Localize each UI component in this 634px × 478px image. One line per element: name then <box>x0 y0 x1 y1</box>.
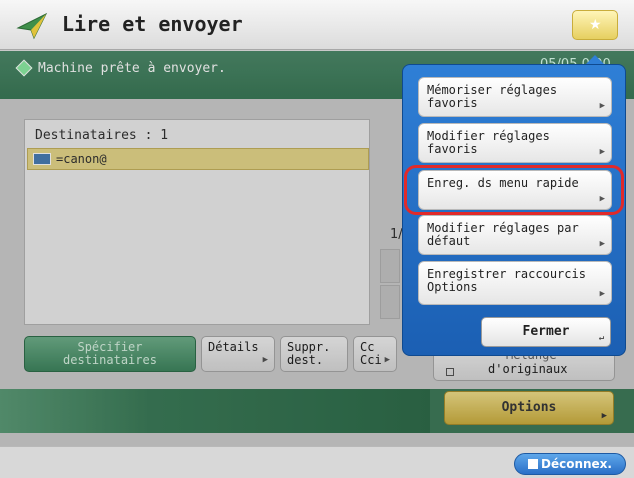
close-button[interactable]: Fermer ↵ <box>481 317 611 347</box>
bottom-bar: Déconnex. <box>0 446 634 478</box>
settings-shortcut-button[interactable]: ★ <box>572 10 618 40</box>
page-title: Lire et envoyer <box>62 12 243 36</box>
chevron-right-icon: ▶ <box>599 147 605 157</box>
menu-item-register-options-shortcuts[interactable]: Enregistrer raccourcis Options ▶ <box>418 261 612 305</box>
logout-icon <box>528 459 538 469</box>
menu-item-label: Modifier réglages par défaut <box>427 221 579 248</box>
logout-button[interactable]: Déconnex. <box>514 453 626 475</box>
logout-label: Déconnex. <box>541 457 612 471</box>
close-label: Fermer <box>522 324 570 339</box>
highlight-box <box>404 165 624 215</box>
menu-item-label: Modifier réglages favoris <box>427 129 550 156</box>
screen: Lire et envoyer ★ Machine prête à envoye… <box>0 0 634 478</box>
menu-item-memorize-favorites[interactable]: Mémoriser réglages favoris ▶ <box>418 77 612 117</box>
menu-item-label: Enregistrer raccourcis Options <box>427 267 586 294</box>
chevron-right-icon: ▶ <box>599 289 605 299</box>
send-arrow-icon <box>16 10 50 40</box>
title-bar: Lire et envoyer ★ <box>0 0 634 50</box>
chevron-right-icon: ▶ <box>599 239 605 249</box>
menu-item-edit-default-settings[interactable]: Modifier réglages par défaut ▶ <box>418 215 612 255</box>
menu-item-edit-favorites[interactable]: Modifier réglages favoris ▶ <box>418 123 612 163</box>
menu-item-label: Mémoriser réglages favoris <box>427 83 558 110</box>
chevron-right-icon: ▶ <box>599 101 605 111</box>
return-icon: ↵ <box>598 333 604 343</box>
star-icon: ★ <box>589 17 602 33</box>
